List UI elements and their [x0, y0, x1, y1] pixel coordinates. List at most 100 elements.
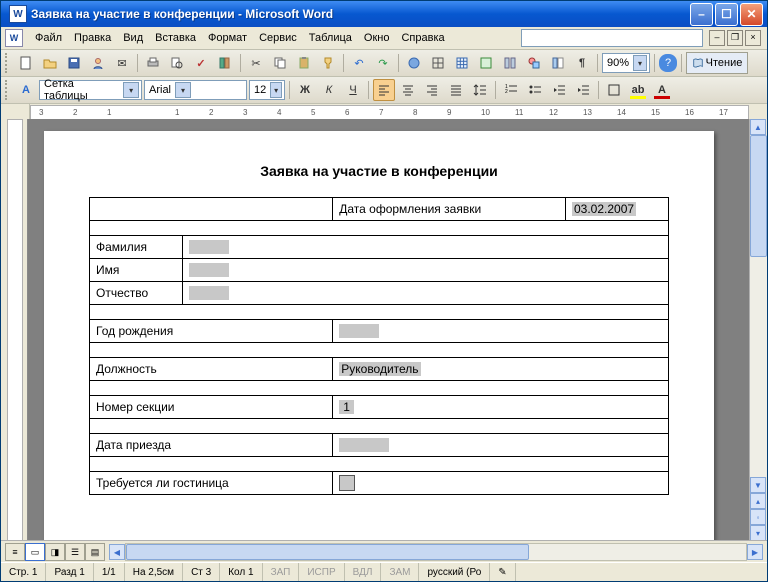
maximize-button[interactable]: ☐: [715, 3, 738, 26]
permissions-button[interactable]: [87, 52, 109, 74]
hotel-field[interactable]: [333, 472, 669, 495]
save-button[interactable]: [63, 52, 85, 74]
indent-button[interactable]: [572, 79, 594, 101]
horizontal-scrollbar[interactable]: ◀ ▶: [109, 543, 763, 561]
mdi-minimize-button[interactable]: –: [709, 30, 725, 46]
new-doc-button[interactable]: [15, 52, 37, 74]
status-rec[interactable]: ЗАП: [263, 563, 300, 581]
name-field[interactable]: [183, 259, 669, 282]
cut-button[interactable]: ✂: [245, 52, 267, 74]
align-right-button[interactable]: [421, 79, 443, 101]
prev-page-button[interactable]: ▴: [750, 493, 766, 509]
scroll-up-button[interactable]: ▲: [750, 119, 766, 135]
patronymic-field[interactable]: [183, 282, 669, 305]
preview-button[interactable]: [166, 52, 188, 74]
menu-insert[interactable]: Вставка: [149, 30, 202, 46]
menu-file[interactable]: Файл: [29, 30, 68, 46]
outline-view-button[interactable]: ☰: [65, 543, 85, 561]
menu-help[interactable]: Справка: [395, 30, 450, 46]
web-view-button[interactable]: ◨: [45, 543, 65, 561]
status-spell-icon[interactable]: ✎: [490, 563, 515, 581]
status-ext[interactable]: ВДЛ: [345, 563, 382, 581]
outdent-button[interactable]: [548, 79, 570, 101]
menu-table[interactable]: Таблица: [303, 30, 358, 46]
arrival-field[interactable]: [333, 434, 669, 457]
minimize-button[interactable]: –: [690, 3, 713, 26]
align-left-button[interactable]: [373, 79, 395, 101]
redo-button[interactable]: ↷: [372, 52, 394, 74]
paste-button[interactable]: [293, 52, 315, 74]
reading-view-button[interactable]: ▤: [85, 543, 105, 561]
doc-map-button[interactable]: [547, 52, 569, 74]
menu-view[interactable]: Вид: [117, 30, 149, 46]
drawing-button[interactable]: [523, 52, 545, 74]
scroll-right-button[interactable]: ▶: [747, 544, 763, 560]
mail-button[interactable]: ✉: [111, 52, 133, 74]
hotel-label: Требуется ли гостиница: [90, 472, 333, 495]
status-ovr[interactable]: ЗАМ: [381, 563, 419, 581]
mdi-close-button[interactable]: ×: [745, 30, 761, 46]
section-field[interactable]: 1: [333, 396, 669, 419]
mdi-restore-button[interactable]: ❐: [727, 30, 743, 46]
menu-edit[interactable]: Правка: [68, 30, 117, 46]
insert-table-button[interactable]: [451, 52, 473, 74]
bold-button[interactable]: Ж: [294, 79, 316, 101]
menu-format[interactable]: Формат: [202, 30, 253, 46]
status-trk[interactable]: ИСПР: [299, 563, 344, 581]
status-pages: 1/1: [94, 563, 125, 581]
vertical-ruler[interactable]: [1, 119, 28, 541]
highlight-button[interactable]: ab: [627, 79, 649, 101]
vertical-scrollbar[interactable]: ▲ ▼ ▴ ◦ ▾: [749, 119, 767, 541]
columns-button[interactable]: [499, 52, 521, 74]
bulleted-list-button[interactable]: [524, 79, 546, 101]
print-button[interactable]: [142, 52, 164, 74]
style-combo[interactable]: Сетка таблицы▾: [39, 80, 142, 100]
document-area: Заявка на участие в конференции Дата офо…: [1, 119, 767, 541]
styles-pane-button[interactable]: A: [15, 79, 37, 101]
font-size-combo[interactable]: 12▾: [249, 80, 285, 100]
position-field[interactable]: Руководитель: [333, 358, 669, 381]
arrival-label: Дата приезда: [90, 434, 333, 457]
align-center-button[interactable]: [397, 79, 419, 101]
surname-field[interactable]: [183, 236, 669, 259]
status-lang[interactable]: русский (Ро: [419, 563, 490, 581]
help-button[interactable]: ?: [659, 54, 677, 72]
next-page-button[interactable]: ▾: [750, 525, 766, 541]
line-spacing-button[interactable]: [469, 79, 491, 101]
help-search-input[interactable]: [521, 29, 703, 47]
scroll-down-button[interactable]: ▼: [750, 477, 766, 493]
copy-button[interactable]: [269, 52, 291, 74]
document-page[interactable]: Заявка на участие в конференции Дата офо…: [44, 131, 714, 541]
toolbar-grip[interactable]: [5, 80, 11, 100]
document-scroll[interactable]: Заявка на участие в конференции Дата офо…: [28, 119, 749, 541]
menu-tools[interactable]: Сервис: [253, 30, 303, 46]
excel-button[interactable]: [475, 52, 497, 74]
spell-button[interactable]: ✓: [190, 52, 212, 74]
format-painter-button[interactable]: [317, 52, 339, 74]
menu-window[interactable]: Окно: [358, 30, 396, 46]
align-justify-button[interactable]: [445, 79, 467, 101]
toolbar-grip[interactable]: [5, 53, 11, 73]
zoom-combo[interactable]: 90%▾: [602, 53, 650, 73]
show-marks-button[interactable]: ¶: [571, 52, 593, 74]
tables-borders-button[interactable]: [427, 52, 449, 74]
font-combo[interactable]: Arial▾: [144, 80, 247, 100]
hyperlink-button[interactable]: [403, 52, 425, 74]
name-label: Имя: [90, 259, 183, 282]
read-mode-button[interactable]: Чтение: [686, 52, 748, 74]
borders-button[interactable]: [603, 79, 625, 101]
research-button[interactable]: [214, 52, 236, 74]
normal-view-button[interactable]: ≡: [5, 543, 25, 561]
font-color-button[interactable]: A: [651, 79, 673, 101]
italic-button[interactable]: К: [318, 79, 340, 101]
browse-object-button[interactable]: ◦: [750, 509, 766, 525]
undo-button[interactable]: ↶: [348, 52, 370, 74]
birth-year-field[interactable]: [333, 320, 669, 343]
doc-icon[interactable]: W: [5, 29, 23, 47]
scroll-left-button[interactable]: ◀: [109, 544, 125, 560]
print-layout-view-button[interactable]: ▭: [25, 543, 45, 561]
open-button[interactable]: [39, 52, 61, 74]
underline-button[interactable]: Ч: [342, 79, 364, 101]
close-button[interactable]: ✕: [740, 3, 763, 26]
numbered-list-button[interactable]: 12: [500, 79, 522, 101]
